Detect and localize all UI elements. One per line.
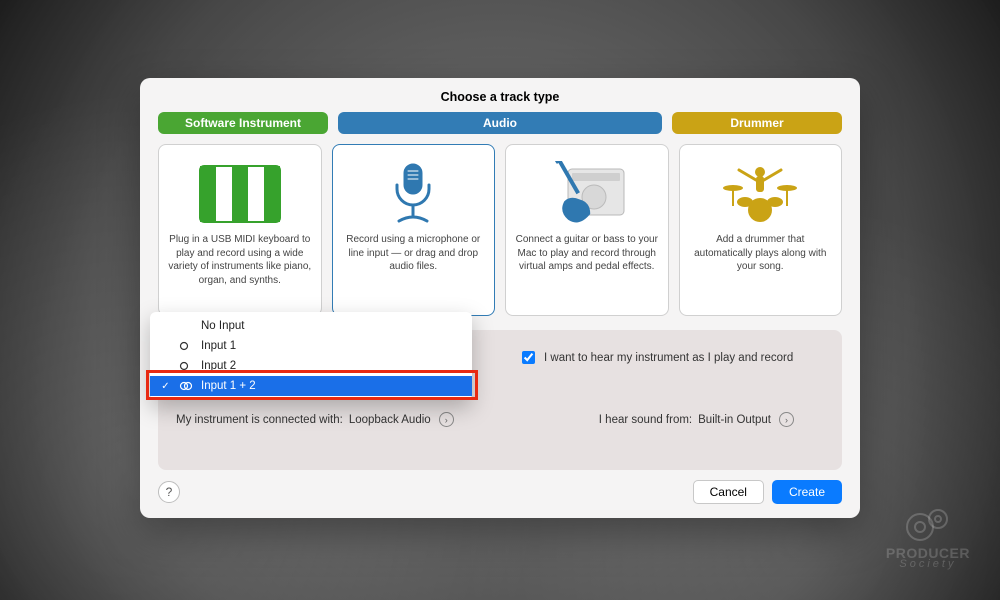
microphone-icon [383, 155, 443, 233]
tab-drummer[interactable]: Drummer [672, 112, 842, 134]
keyboard-icon [198, 155, 282, 233]
dropdown-option-input-1[interactable]: Input 1 [150, 336, 472, 356]
option-description: Record using a microphone or line input … [341, 233, 487, 274]
track-options: Plug in a USB MIDI keyboard to play and … [158, 144, 842, 316]
option-audio-mic[interactable]: Record using a microphone or line input … [332, 144, 496, 316]
input-device-row[interactable]: My instrument is connected with: Loopbac… [176, 412, 454, 427]
dropdown-option-input-2[interactable]: Input 2 [150, 356, 472, 376]
input-device-value: Loopback Audio [349, 414, 431, 426]
mono-icon [179, 341, 193, 351]
output-device-value: Built-in Output [698, 414, 771, 426]
chevron-right-icon: › [439, 412, 454, 427]
dropdown-option-input-1-2[interactable]: ✓ Input 1 + 2 [150, 376, 472, 396]
track-type-tabs: Software Instrument Audio Drummer [158, 112, 842, 134]
option-description: Add a drummer that automatically plays a… [688, 233, 834, 274]
new-track-dialog: Choose a track type Software Instrument … [140, 78, 860, 518]
monitoring-label: I want to hear my instrument as I play a… [544, 352, 793, 364]
dropdown-option-label: Input 1 + 2 [201, 380, 256, 392]
chevron-right-icon: › [779, 412, 794, 427]
dropdown-option-label: Input 1 [201, 340, 236, 352]
drummer-icon [715, 155, 805, 233]
guitar-amp-icon [542, 155, 632, 233]
dropdown-option-label: Input 2 [201, 360, 236, 372]
option-software-instrument[interactable]: Plug in a USB MIDI keyboard to play and … [158, 144, 322, 316]
details-panel: No Input Input 1 Input 2 ✓ Input 1 + 2 I… [158, 330, 842, 470]
dropdown-option-no-input[interactable]: No Input [150, 316, 472, 336]
tab-software-instrument[interactable]: Software Instrument [158, 112, 328, 134]
input-dropdown[interactable]: No Input Input 1 Input 2 ✓ Input 1 + 2 [150, 312, 472, 400]
create-button[interactable]: Create [772, 480, 842, 504]
dialog-title: Choose a track type [158, 90, 842, 104]
input-device-label: My instrument is connected with: [176, 414, 343, 426]
dialog-footer: ? Cancel Create [158, 480, 842, 504]
monitoring-checkbox[interactable] [522, 351, 535, 364]
mono-icon [179, 361, 193, 371]
option-drummer[interactable]: Add a drummer that automatically plays a… [679, 144, 843, 316]
checkmark-icon: ✓ [160, 381, 171, 392]
help-button[interactable]: ? [158, 481, 180, 503]
stereo-icon [179, 381, 193, 391]
option-description: Plug in a USB MIDI keyboard to play and … [167, 233, 313, 287]
option-description: Connect a guitar or bass to your Mac to … [514, 233, 660, 274]
output-device-row[interactable]: I hear sound from: Built-in Output › [599, 412, 794, 427]
cancel-button[interactable]: Cancel [693, 480, 764, 504]
monitoring-row: I want to hear my instrument as I play a… [518, 348, 793, 367]
output-device-label: I hear sound from: [599, 414, 692, 426]
option-audio-guitar[interactable]: Connect a guitar or bass to your Mac to … [505, 144, 669, 316]
tab-audio[interactable]: Audio [338, 112, 662, 134]
dropdown-option-label: No Input [201, 320, 244, 332]
